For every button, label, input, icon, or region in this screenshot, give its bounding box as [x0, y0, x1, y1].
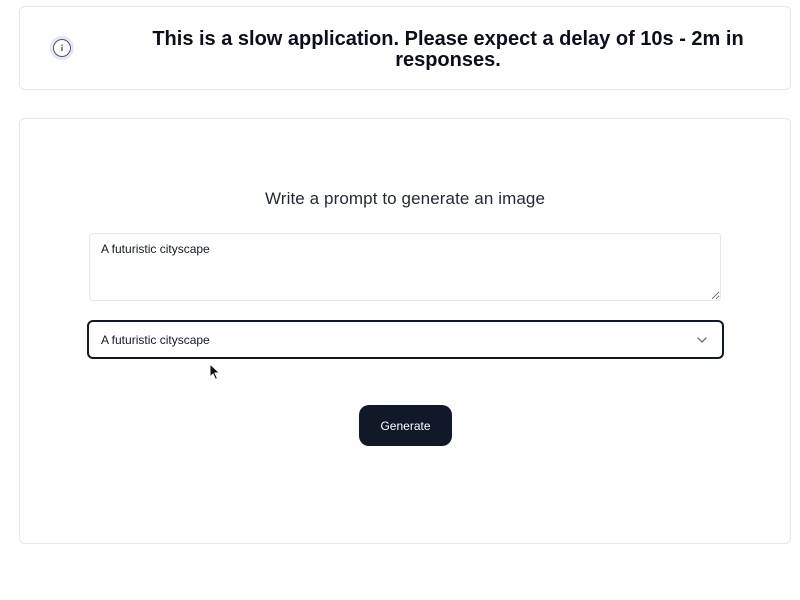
prompt-textarea[interactable]: A futuristic cityscape — [89, 233, 721, 301]
generate-button[interactable]: Generate — [359, 405, 452, 446]
page: This is a slow application. Please expec… — [0, 0, 800, 600]
prompt-card: Write a prompt to generate an image A fu… — [19, 118, 791, 544]
prompt-heading: Write a prompt to generate an image — [264, 189, 546, 208]
chevron-down-icon — [696, 334, 708, 346]
info-icon — [53, 39, 71, 57]
select-value: A futuristic cityscape — [101, 332, 210, 347]
slow-app-notice: This is a slow application. Please expec… — [19, 6, 791, 90]
prompt-select[interactable]: A futuristic cityscape — [87, 320, 724, 359]
notice-text: This is a slow application. Please expec… — [152, 28, 744, 71]
mouse-cursor-icon — [209, 362, 221, 381]
